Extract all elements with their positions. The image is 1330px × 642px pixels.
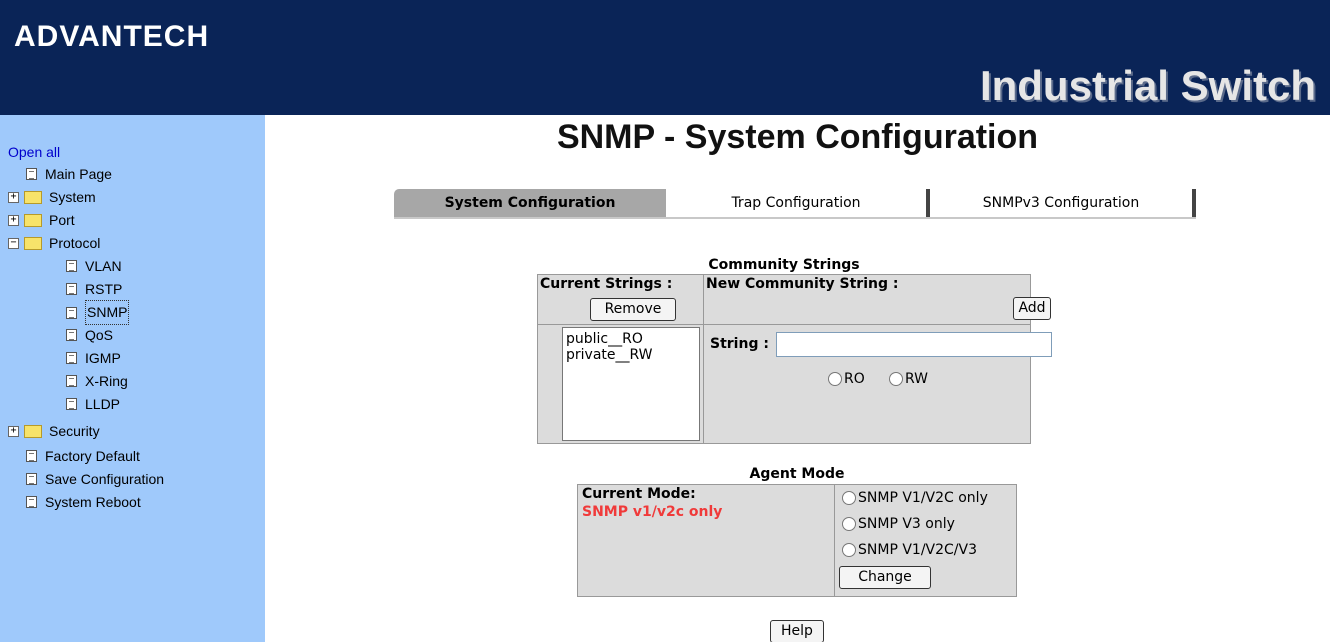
page-icon [66,283,77,296]
page-icon [66,352,77,365]
advantech-logo: ADVANTECH [14,20,210,53]
expand-icon[interactable]: + [8,425,19,437]
page-icon [26,496,37,509]
sidebar-item-security[interactable]: + Security [8,419,100,442]
rw-option[interactable]: RW [889,371,928,387]
sidebar-item-factory-default[interactable]: Factory Default [26,444,140,467]
help-button[interactable]: Help [770,620,824,642]
page-icon [66,329,77,342]
mode-label: SNMP V1/V2C/V3 [858,542,977,558]
mode-option-v1-v2c[interactable]: SNMP V1/V2C only [842,490,988,506]
current-mode-cell: Current Mode: SNMP v1/v2c only [578,485,835,596]
page-icon [26,473,37,486]
rw-label: RW [905,371,929,387]
new-string-header: New Community String : Add [704,275,1051,325]
current-strings-body: public__RO private__RW [538,325,704,443]
product-title: Industrial Switch [979,62,1316,109]
sidebar-item-protocol[interactable]: − Protocol [8,231,100,254]
tab-snmpv3-configuration[interactable]: SNMPv3 Configuration [930,189,1196,218]
tab-system-configuration[interactable]: System Configuration [394,189,666,218]
current-strings-header: Current Strings : Remove [538,275,704,325]
expand-icon[interactable]: + [8,191,19,203]
agent-mode-title: Agent Mode [749,466,845,482]
sidebar-item-rstp[interactable]: RSTP [66,277,122,300]
sidebar-item-system[interactable]: + System [8,185,96,208]
folder-open-icon [24,236,42,250]
community-strings-title: Community Strings [708,257,860,273]
page-icon [66,398,77,411]
expand-icon[interactable]: + [8,214,19,226]
current-mode-value: SNMP v1/v2c only [582,504,723,520]
sidebar-item-vlan[interactable]: VLAN [66,254,122,277]
page-icon [66,260,77,273]
ro-label: RO [844,371,865,387]
mode-option-v3[interactable]: SNMP V3 only [842,516,955,532]
sidebar-item-qos[interactable]: QoS [66,323,113,346]
new-community-string-label: New Community String : [706,276,899,292]
rw-radio[interactable] [889,372,903,386]
mode-label: SNMP V3 only [858,516,955,532]
sidebar-item-main-page[interactable]: Main Page [26,162,112,185]
sidebar-item-save-configuration[interactable]: Save Configuration [26,467,164,490]
remove-button[interactable]: Remove [590,298,676,321]
ro-radio[interactable] [828,372,842,386]
sidebar-item-system-reboot[interactable]: System Reboot [26,490,141,513]
sidebar-item-lldp[interactable]: LLDP [66,392,120,415]
mode-radio[interactable] [842,543,856,557]
app-header: ADVANTECH Industrial Switch [0,0,1330,115]
page-icon [26,168,37,181]
ro-option[interactable]: RO [828,371,865,387]
page-icon [26,450,37,463]
sidebar-item-igmp[interactable]: IGMP [66,346,121,369]
agent-mode-panel: Current Mode: SNMP v1/v2c only SNMP V1/V… [577,484,1017,597]
sidebar: Open all Main Page + System + Port − Protoc… [0,115,265,642]
sidebar-item-snmp[interactable]: SNMP [66,300,130,325]
list-item[interactable]: private__RW [566,347,696,363]
change-button[interactable]: Change [839,566,931,589]
tab-trap-configuration[interactable]: Trap Configuration [666,189,930,218]
open-all-link[interactable]: Open all [8,144,60,160]
mode-radio[interactable] [842,491,856,505]
string-input[interactable] [776,332,1052,357]
page-icon [66,375,77,388]
add-button[interactable]: Add [1013,297,1051,320]
folder-icon [24,424,42,438]
folder-icon [24,213,42,227]
page-icon [66,306,77,319]
list-item[interactable]: public__RO [566,331,696,347]
current-mode-label: Current Mode: [582,486,696,502]
community-strings-panel: Current Strings : Remove New Community S… [537,274,1052,444]
collapse-icon[interactable]: − [8,237,19,249]
mode-option-v1-v2c-v3[interactable]: SNMP V1/V2C/V3 [842,542,977,558]
tab-divider [394,217,1196,219]
sidebar-item-port[interactable]: + Port [8,208,75,231]
mode-label: SNMP V1/V2C only [858,490,988,506]
page-title: SNMP - System Configuration [556,118,1039,156]
folder-icon [24,190,42,204]
sidebar-item-x-ring[interactable]: X-Ring [66,369,128,392]
current-strings-label: Current Strings : [540,276,673,292]
mode-radio[interactable] [842,517,856,531]
string-label: String : [710,336,769,352]
community-strings-list[interactable]: public__RO private__RW [562,327,700,441]
